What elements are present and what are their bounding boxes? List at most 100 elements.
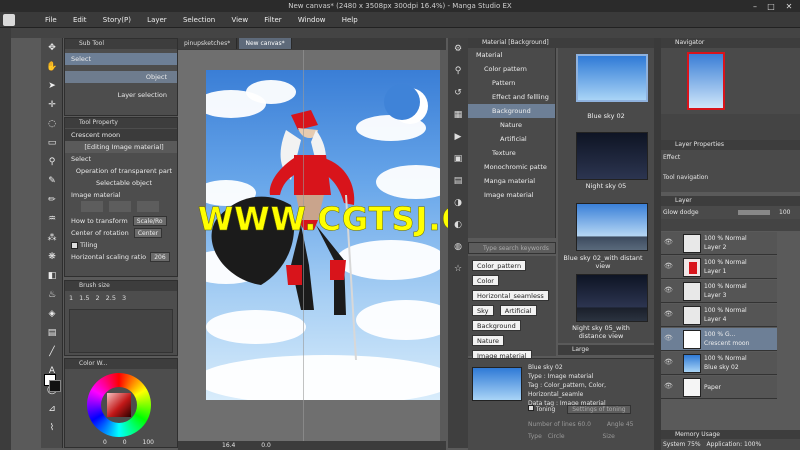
correct-line-icon[interactable]: ⌇ [41, 418, 63, 437]
toning-checkbox[interactable] [528, 405, 534, 411]
fit-icon[interactable] [81, 201, 103, 212]
tag-artificial[interactable]: Artificial [499, 305, 537, 316]
brush-size-option[interactable]: 3 [122, 294, 126, 302]
tree-item-material[interactable]: Material [468, 48, 555, 62]
tree-item-background[interactable]: Background [468, 104, 555, 118]
lines-value[interactable]: 60.0 [578, 421, 591, 428]
eye-icon[interactable]: 👁 [664, 383, 673, 390]
menu-window[interactable]: Window [291, 12, 333, 28]
eye-icon[interactable]: 👁 [664, 287, 673, 294]
selection-icon[interactable]: ▭ [41, 133, 63, 152]
thumbnail-night-sky-distance[interactable] [576, 274, 648, 322]
blend-mode-select[interactable]: Glow dodge [663, 209, 699, 216]
minimize-button[interactable]: – [748, 2, 762, 12]
eye-icon[interactable]: 👁 [664, 263, 673, 270]
airbrush-icon[interactable]: ⁂ [41, 228, 63, 247]
pencil-icon[interactable]: ✏ [41, 190, 63, 209]
pen-icon[interactable]: ✎ [41, 171, 63, 190]
blend-icon[interactable]: ♨ [41, 285, 63, 304]
color-square[interactable] [107, 393, 131, 417]
brush-size-option[interactable]: 1.5 [79, 294, 89, 302]
tree-item-image-material[interactable]: Image material [468, 188, 555, 202]
auto-action-icon[interactable]: ▶ [448, 126, 468, 148]
layer-row[interactable]: 👁 100 % G... Crescent moon [661, 328, 777, 351]
brush-size-option[interactable]: 2.5 [106, 294, 116, 302]
thumbnail-size-select[interactable]: Large [558, 345, 654, 355]
approximate-color-icon[interactable]: ◐ [448, 214, 468, 236]
color-set-icon[interactable]: ▤ [448, 170, 468, 192]
eye-icon[interactable]: 👁 [664, 335, 673, 342]
tree-item-pattern[interactable]: Pattern [468, 76, 555, 90]
menu-help[interactable]: Help [335, 12, 365, 28]
color-wheel[interactable] [87, 373, 151, 437]
rotate-icon[interactable] [137, 201, 160, 212]
settings-of-toning-button[interactable]: Settings of toning [567, 405, 631, 414]
tree-item-manga-material[interactable]: Manga material [468, 174, 555, 188]
lasso-icon[interactable]: ◌ [41, 114, 63, 133]
sub-tool-select[interactable]: Select [65, 53, 177, 65]
ruler-icon[interactable]: ⊿ [41, 399, 63, 418]
eye-icon[interactable]: 👁 [664, 359, 673, 366]
color-value-s[interactable]: 0 [123, 439, 127, 446]
brush-size-option[interactable]: 2 [95, 294, 99, 302]
opacity-value[interactable]: 100 [779, 206, 790, 219]
move-tool-icon[interactable]: ✋ [41, 57, 63, 76]
tree-item-artificial[interactable]: Artificial [468, 132, 555, 146]
color-history-icon[interactable]: ◍ [448, 236, 468, 258]
layer-row[interactable]: 👁 100 % Normal Blue sky 02 [661, 352, 777, 375]
selectable-object[interactable]: Selectable object [65, 177, 177, 189]
layer-row[interactable]: 👁 100 % Normal Layer 4 [661, 304, 777, 327]
color-value-h[interactable]: 0 [103, 439, 107, 446]
tag-nature[interactable]: Nature [472, 335, 505, 346]
eyedropper-icon[interactable]: ⚲ [41, 152, 63, 171]
tab-pinupsketches[interactable]: pinupsketches* [178, 38, 238, 49]
tree-item-nature[interactable]: Nature [468, 118, 555, 132]
tag-color-pattern[interactable]: Color_pattern [472, 260, 527, 271]
menu-file[interactable]: File [38, 12, 64, 28]
eye-icon[interactable]: 👁 [664, 311, 673, 318]
sub-tool-layer-selection[interactable]: Layer selection [65, 89, 177, 101]
color-value-v[interactable]: 100 [143, 439, 154, 446]
sub-tool-object[interactable]: Object [65, 71, 177, 83]
figure-icon[interactable]: ╱ [41, 342, 63, 361]
tag-color[interactable]: Color [472, 275, 499, 286]
navigator-preview[interactable] [687, 52, 725, 110]
eraser-icon[interactable]: ◧ [41, 266, 63, 285]
tag-background[interactable]: Background [472, 320, 521, 331]
angle-value[interactable]: 45 [626, 421, 634, 428]
brush-icon[interactable]: ♒ [41, 209, 63, 228]
sub-view-icon[interactable]: ▣ [448, 148, 468, 170]
layer-row[interactable]: 👁 100 % Normal Layer 2 [661, 232, 777, 255]
layer-row[interactable]: 👁 Paper [661, 376, 777, 399]
how-to-transform-select[interactable]: Scale/Ro [132, 216, 167, 226]
history-icon[interactable]: ↺ [448, 82, 468, 104]
type-value[interactable]: Circle [548, 433, 565, 440]
decoration-icon[interactable]: ❋ [41, 247, 63, 266]
menu-edit[interactable]: Edit [66, 12, 94, 28]
move-layer-icon[interactable]: ✛ [41, 95, 63, 114]
gradient-icon[interactable]: ▤ [41, 323, 63, 342]
thumbnail-night-sky[interactable] [576, 132, 648, 180]
maximize-button[interactable]: □ [764, 2, 778, 12]
menu-selection[interactable]: Selection [176, 12, 222, 28]
quick-access-icon[interactable]: ☆ [448, 258, 468, 280]
menu-filter[interactable]: Filter [257, 12, 288, 28]
intermediate-color-icon[interactable]: ◑ [448, 192, 468, 214]
sub-color-swatch[interactable] [49, 380, 61, 392]
thumbnail-blue-sky[interactable] [576, 54, 648, 102]
tree-item-monochromic[interactable]: Monochromic patte [468, 160, 555, 174]
tree-item-color-pattern[interactable]: Color pattern [468, 62, 555, 76]
zoom-tool-icon[interactable]: ✥ [41, 38, 63, 57]
material-icon[interactable]: ⚙ [448, 38, 468, 60]
transform-icon[interactable] [109, 201, 132, 212]
thumbnail-blue-sky-distant[interactable] [576, 203, 648, 251]
layer-search-icon[interactable]: ⚲ [448, 60, 468, 82]
menu-story[interactable]: Story(P) [96, 12, 138, 28]
material-search-input[interactable]: Type search keywords [468, 242, 556, 254]
opacity-slider[interactable] [738, 210, 770, 215]
brush-size-option[interactable]: 1 [69, 294, 73, 302]
operation-transparent-part[interactable]: Operation of transparent part [65, 165, 177, 177]
tiling-checkbox[interactable] [71, 241, 78, 249]
layer-row[interactable]: 👁 100 % Normal Layer 1 [661, 256, 777, 279]
tag-horizontal-seamless[interactable]: Horizontal_seamless [472, 290, 549, 301]
